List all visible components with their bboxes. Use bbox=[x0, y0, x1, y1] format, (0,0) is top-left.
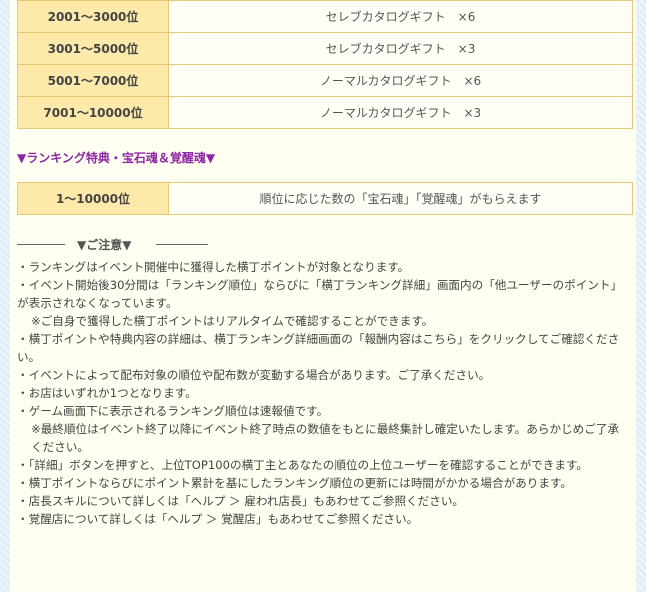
rank-range: 5001〜7000位 bbox=[17, 64, 169, 97]
content-panel: 2001〜3000位 セレブカタログギフト ×6 3001〜5000位 セレブカ… bbox=[10, 0, 636, 592]
notice-line: ・「詳細」ボタンを押すと、上位TOP100の横丁主とあなたの順位の上位ユーザーを… bbox=[17, 458, 588, 472]
notice-line: ・覚醒店について詳しくは「ヘルプ ＞ 覚醒店」もあわせてご参照ください。 bbox=[17, 512, 419, 526]
notice-title: ▼ご注意▼ bbox=[77, 238, 132, 252]
divider bbox=[17, 244, 65, 245]
reward-text: ノーマルカタログギフト ×3 bbox=[168, 96, 633, 129]
notice-line: ・お店はいずれか1つとなります。 bbox=[17, 386, 197, 400]
ranking-reward-table: 2001〜3000位 セレブカタログギフト ×6 3001〜5000位 セレブカ… bbox=[17, 0, 633, 129]
notice-line: ・横丁ポイントならびにポイント累計を基にしたランキング順位の更新には時間がかかる… bbox=[17, 476, 572, 490]
notice-line: ・店長スキルについて詳しくは「ヘルプ ＞ 雇われ店長」もあわせてご参照ください。 bbox=[17, 494, 465, 508]
bonus-description: 順位に応じた数の「宝石魂」「覚醒魂」がもらえます bbox=[168, 182, 633, 215]
notice-list: ・ランキングはイベント開催中に獲得した横丁ポイントが対象となります。 ・イベント… bbox=[17, 258, 629, 528]
table-row: 5001〜7000位 ノーマルカタログギフト ×6 bbox=[17, 64, 633, 97]
notice-line: ・イベント開始後30分間は「ランキング順位」ならびに「横丁ランキング詳細」画面内… bbox=[17, 278, 623, 310]
table-row: 7001〜10000位 ノーマルカタログギフト ×3 bbox=[17, 96, 633, 129]
notice-line: ・イベントによって配布対象の順位や配布数が変動する場合があります。ご了承ください… bbox=[17, 368, 491, 382]
table-row: 3001〜5000位 セレブカタログギフト ×3 bbox=[17, 32, 633, 65]
notice-line: ・ゲーム画面下に表示されるランキング順位は速報値です。 bbox=[17, 404, 329, 418]
bonus-section-title: ▼ランキング特典・宝石魂＆覚醒魂▼ bbox=[17, 151, 216, 165]
table-row: 1〜10000位 順位に応じた数の「宝石魂」「覚醒魂」がもらえます bbox=[17, 182, 633, 215]
notice-heading: ▼ご注意▼ bbox=[17, 236, 217, 252]
notice-line: ・ランキングはイベント開催中に獲得した横丁ポイントが対象となります。 bbox=[17, 260, 410, 274]
reward-text: セレブカタログギフト ×3 bbox=[168, 32, 633, 65]
rank-range: 3001〜5000位 bbox=[17, 32, 169, 65]
rank-range: 7001〜10000位 bbox=[17, 96, 169, 129]
rank-range: 2001〜3000位 bbox=[17, 0, 169, 33]
table-row: 2001〜3000位 セレブカタログギフト ×6 bbox=[17, 0, 633, 33]
reward-text: セレブカタログギフト ×6 bbox=[168, 0, 633, 33]
divider bbox=[156, 244, 208, 245]
notice-subnote: ※最終順位はイベント終了以降にイベント終了時点の数値をもとに最終集計し確定いたし… bbox=[31, 422, 620, 454]
rank-range: 1〜10000位 bbox=[17, 182, 169, 215]
notice-subnote: ※ご自身で獲得した横丁ポイントはリアルタイムで確認することができます。 bbox=[31, 314, 434, 328]
notice-line: ・横丁ポイントや特典内容の詳細は、横丁ランキング詳細画面の「報酬内容はこちら」を… bbox=[17, 332, 620, 364]
bonus-table: 1〜10000位 順位に応じた数の「宝石魂」「覚醒魂」がもらえます bbox=[17, 182, 633, 215]
reward-text: ノーマルカタログギフト ×6 bbox=[168, 64, 633, 97]
